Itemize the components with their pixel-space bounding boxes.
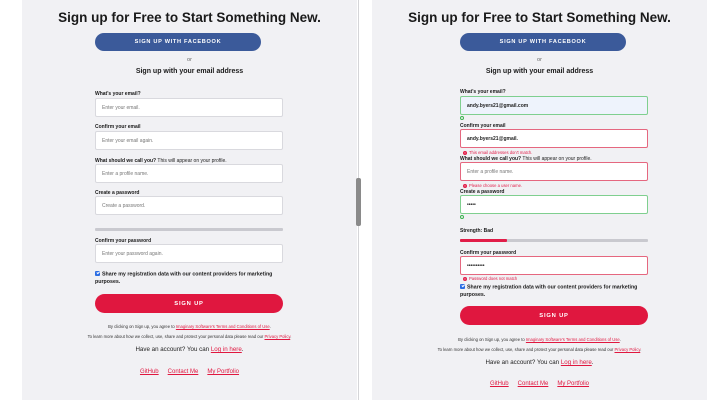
footer-links: GitHub Contact Me My Portfolio [372,381,707,387]
portfolio-link[interactable]: My Portfolio [557,381,589,387]
portfolio-link[interactable]: My Portfolio [207,369,239,375]
privacy-prefix: To learn more about how we collect, use,… [87,334,265,339]
email-signup-heading: Sign up with your email address [135,68,244,75]
email-label: What's your email? [460,89,506,95]
confirm-email-input[interactable]: andy.byers21@gmail. [460,129,648,148]
profile-name-error: ! Please choose a user name. [463,183,522,188]
error-icon: ! [463,183,467,188]
email-label: What's your email? [95,91,141,97]
terms-suffix: . [619,337,621,342]
privacy-suffix: . [290,334,292,339]
privacy-text: To learn more about how we collect, use,… [372,347,707,352]
profile-name-error-text: Please choose a user name. [469,183,523,188]
page-title: Sign up for Free to Start Something New. [58,10,321,25]
github-link[interactable]: GitHub [490,381,509,387]
contact-link[interactable]: Contact Me [518,381,549,387]
error-icon: ! [463,150,467,155]
confirm-email-error: ! This email addresses don't match. [463,150,532,155]
email-input[interactable]: andy.byers21@gmail.com [460,96,648,115]
privacy-policy-link[interactable]: Privacy Policy [614,347,640,352]
email-valid-icon [460,116,464,120]
terms-text: By clicking on Sign up, you agree to Ima… [372,337,707,342]
signup-form-validation: Sign up for Free to Start Something New.… [372,0,707,400]
password-strength-fill [460,239,507,242]
facebook-signup-button[interactable]: SIGN UP WITH FACEBOOK [460,33,626,51]
profile-name-input[interactable]: Enter a profile name. [460,162,648,181]
contact-link[interactable]: Contact Me [168,369,199,375]
signup-form-empty: Sign up for Free to Start Something New.… [22,0,357,400]
privacy-prefix: To learn more about how we collect, use,… [437,347,615,352]
login-suffix: . [241,346,244,353]
page-title: Sign up for Free to Start Something New. [408,10,671,25]
login-prompt: Have an account? You can Log in here. [22,346,357,353]
share-data-label: Share my registration data with our cont… [460,284,638,299]
terms-prefix: By clicking on Sign up, you agree to [108,324,176,329]
password-valid-icon [460,215,464,219]
github-link[interactable]: GitHub [140,369,159,375]
confirm-password-error: ! Password does not match [463,276,517,281]
terms-link[interactable]: Imaginary Software's Terms and Condition… [176,324,270,329]
share-data-checkbox[interactable] [95,271,100,276]
or-separator: or [187,57,192,63]
profile-name-input[interactable]: Enter a profile name. [95,164,283,183]
login-link[interactable]: Log in here [561,359,592,366]
login-suffix: . [591,359,594,366]
email-signup-heading: Sign up with your email address [485,68,594,75]
signup-button[interactable]: SIGN UP [460,306,648,325]
terms-text: By clicking on Sign up, you agree to Ima… [22,324,357,329]
share-data-checkbox[interactable] [460,284,465,289]
confirm-password-input[interactable]: Enter your password again. [95,244,283,263]
login-prefix: Have an account? You can [135,346,211,353]
privacy-suffix: . [640,347,642,352]
email-input[interactable]: Enter your email. [95,98,283,117]
password-strength-bar [95,228,283,231]
share-data-label: Share my registration data with our cont… [95,271,273,286]
facebook-signup-button[interactable]: SIGN UP WITH FACEBOOK [95,33,261,51]
footer-links: GitHub Contact Me My Portfolio [22,369,357,375]
password-input[interactable]: Create a password. [95,196,283,215]
confirm-email-label: Confirm your email [95,124,141,130]
divider-handle[interactable] [356,178,361,226]
password-strength-label: Strength: Bad [460,228,494,234]
privacy-policy-link[interactable]: Privacy Policy [264,334,290,339]
privacy-text: To learn more about how we collect, use,… [22,334,357,339]
login-link[interactable]: Log in here [211,346,242,353]
confirm-email-input[interactable]: Enter your email again. [95,131,283,150]
confirm-email-error-text: This email addresses don't match. [469,150,533,155]
password-input[interactable]: ••••• [460,195,648,214]
share-data-option[interactable]: Share my registration data with our cont… [460,284,650,300]
terms-link[interactable]: Imaginary Software's Terms and Condition… [526,337,620,342]
share-data-option[interactable]: Share my registration data with our cont… [95,271,285,287]
terms-prefix: By clicking on Sign up, you agree to [458,337,526,342]
confirm-password-error-text: Password does not match [469,276,518,281]
error-icon: ! [463,276,467,281]
signup-button[interactable]: SIGN UP [95,294,283,313]
login-prompt: Have an account? You can Log in here. [372,359,707,366]
confirm-password-input[interactable]: •••••••••• [460,256,648,275]
or-separator: or [537,57,542,63]
password-strength-bar [460,239,648,242]
login-prefix: Have an account? You can [485,359,561,366]
terms-suffix: . [269,324,271,329]
